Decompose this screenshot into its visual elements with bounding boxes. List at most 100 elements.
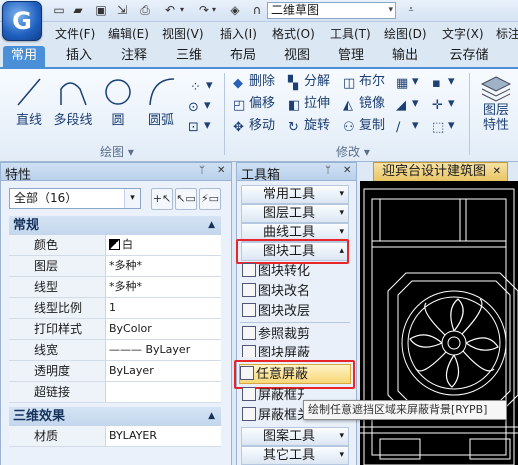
- toolbox-item[interactable]: 图块屏蔽: [242, 344, 354, 357]
- menu-format[interactable]: 格式(O): [272, 25, 315, 42]
- workspace-combo[interactable]: 二维草图 ▾: [267, 2, 396, 19]
- toolbox-category[interactable]: 常用工具 ▾: [241, 185, 349, 204]
- toolbox-item[interactable]: 图块改层: [242, 302, 354, 322]
- pin-icon[interactable]: ᛘ: [199, 165, 205, 176]
- menu-edit[interactable]: 编辑(E): [108, 25, 149, 42]
- 3d-section-header[interactable]: 三维效果 ▲: [9, 407, 221, 426]
- redo-dropdown-icon[interactable]: ▾: [207, 3, 221, 17]
- properties-header: 特性 ᛘ ✕: [0, 162, 232, 183]
- extend-tool[interactable]: ✛ ▾: [432, 95, 455, 113]
- region-tool[interactable]: ⊡ ▾: [188, 117, 211, 135]
- property-row[interactable]: 颜色白: [9, 235, 221, 256]
- delete-button[interactable]: ◆ 删除: [233, 73, 275, 91]
- tab-3d[interactable]: 三维: [168, 46, 210, 67]
- toolbox-category[interactable]: 其它工具 ▾: [241, 446, 349, 465]
- layers-icon[interactable]: ◈: [228, 3, 242, 17]
- property-row[interactable]: 线型比例 1: [9, 298, 221, 319]
- scale-tool[interactable]: ▪ ▾: [432, 73, 455, 91]
- menu-file[interactable]: 文件(F): [55, 25, 95, 42]
- drawing-canvas[interactable]: [360, 181, 518, 465]
- polyline-button[interactable]: 多段线: [52, 75, 94, 128]
- eraser-icon: ◆: [233, 76, 243, 91]
- tab-cloud[interactable]: 云存储: [440, 46, 498, 67]
- menu-dimension[interactable]: 标注: [496, 25, 518, 42]
- saveas-icon[interactable]: ⇲: [115, 3, 129, 17]
- move-button[interactable]: ✥ 移动: [233, 117, 275, 135]
- pin-icon[interactable]: ᛘ: [325, 165, 331, 176]
- menu-insert[interactable]: 插入(I): [220, 25, 257, 42]
- line-button[interactable]: 直线: [13, 75, 45, 128]
- document-tab[interactable]: 迎宾台设计建筑图 ✕: [373, 162, 508, 181]
- layer-properties-button[interactable]: 图层 特性: [478, 73, 514, 133]
- property-row[interactable]: 打印样式 ByColor: [9, 319, 221, 340]
- toolbox-item[interactable]: 屏蔽框关: [242, 406, 304, 426]
- stretch-button[interactable]: ◧ 拉伸: [288, 95, 330, 113]
- circle-button[interactable]: 圆: [104, 75, 132, 128]
- menu-view[interactable]: 视图(V): [162, 25, 204, 42]
- array-tool[interactable]: ▦ ▾: [396, 73, 419, 91]
- modify-group-label: 修改 ▾: [336, 145, 370, 159]
- selection-combo[interactable]: 全部（16） ▾: [9, 188, 141, 209]
- arc-button[interactable]: 圆弧: [145, 75, 177, 128]
- offset-button[interactable]: ◰ 偏移: [233, 95, 275, 113]
- toggle-pickadd-button[interactable]: +↖: [151, 188, 173, 210]
- tab-manage[interactable]: 管理: [330, 46, 372, 67]
- arc-label: 圆弧: [147, 113, 174, 128]
- toolbox-item[interactable]: 屏蔽框开: [242, 386, 304, 406]
- select-objects-button[interactable]: ↖▭: [175, 188, 197, 210]
- new-icon[interactable]: ▭: [52, 3, 66, 17]
- property-row[interactable]: 图层 *多种*: [9, 256, 221, 277]
- array-icon: ▦: [396, 76, 409, 91]
- tab-annotate[interactable]: 注释: [113, 46, 155, 67]
- floor-plan-drawing: [360, 188, 518, 465]
- block-convert-icon: [242, 263, 256, 277]
- rotate-button[interactable]: ↻ 旋转: [288, 117, 330, 135]
- close-icon[interactable]: ✕: [217, 165, 225, 176]
- property-row[interactable]: 线宽 ——— ByLayer: [9, 340, 221, 361]
- group-separator: [469, 73, 470, 155]
- headset-icon[interactable]: ∩: [250, 3, 264, 17]
- tab-output[interactable]: 输出: [384, 46, 426, 67]
- hatch-tool[interactable]: ⊙ ▾: [188, 97, 211, 115]
- tab-layout[interactable]: 布局: [222, 46, 264, 67]
- rect-tool[interactable]: ⁘ ▾: [190, 77, 213, 95]
- mirror-button[interactable]: ◭ 镜像: [343, 95, 385, 113]
- close-icon[interactable]: ✕: [343, 165, 351, 176]
- app-logo[interactable]: G: [2, 1, 42, 41]
- toolbox-item[interactable]: 参照裁剪: [242, 325, 354, 345]
- general-section-header[interactable]: 常规 ▲: [9, 216, 221, 235]
- fillet-tool[interactable]: ◢ ▾: [396, 95, 419, 113]
- tab-insert[interactable]: 插入: [58, 46, 100, 67]
- toolbox-item[interactable]: 图块改名: [242, 282, 354, 302]
- tab-home[interactable]: 常用: [3, 46, 45, 67]
- menu-text[interactable]: 文字(X): [442, 25, 484, 42]
- align-tool[interactable]: ⬚ ▾: [432, 117, 455, 135]
- explode-button[interactable]: ▚ 分解: [288, 73, 330, 91]
- property-row[interactable]: 材质 BYLAYER: [9, 426, 221, 447]
- trim-tool[interactable]: ∕ ▾: [396, 117, 419, 135]
- quick-select-button[interactable]: ⚡▭: [199, 188, 221, 210]
- save-icon[interactable]: ▣: [94, 3, 108, 17]
- mask-frame-off-icon: [242, 407, 256, 421]
- boolean-button[interactable]: ◫ 布尔: [343, 73, 385, 91]
- property-row[interactable]: 超链接: [9, 382, 221, 403]
- toolbox-item[interactable]: 图块转化: [242, 262, 354, 282]
- copy-button[interactable]: ⚇ 复制: [343, 117, 385, 135]
- tab-view[interactable]: 视图: [276, 46, 318, 67]
- toolbox-category[interactable]: 图案工具 ▾: [241, 427, 349, 446]
- undo-dropdown-icon[interactable]: ▾: [175, 3, 189, 17]
- boundary-icon: ⊡: [188, 120, 199, 135]
- customize-dropdown-icon[interactable]: ⩡: [404, 3, 418, 17]
- print-icon[interactable]: ⎙: [138, 3, 152, 17]
- property-row[interactable]: 透明度 ByLayer: [9, 361, 221, 382]
- close-icon[interactable]: ✕: [493, 163, 501, 181]
- align-icon: ⬚: [432, 120, 445, 135]
- property-value: ByColor: [109, 322, 152, 335]
- mirror-label: 镜像: [359, 96, 386, 111]
- move-label: 移动: [249, 118, 276, 133]
- toolbox-category[interactable]: 图层工具 ▾: [241, 204, 349, 223]
- open-icon[interactable]: ▰: [71, 3, 85, 17]
- menu-tools[interactable]: 工具(T): [330, 25, 371, 42]
- property-row[interactable]: 线型 *多种*: [9, 277, 221, 298]
- menu-draw[interactable]: 绘图(D): [384, 25, 427, 42]
